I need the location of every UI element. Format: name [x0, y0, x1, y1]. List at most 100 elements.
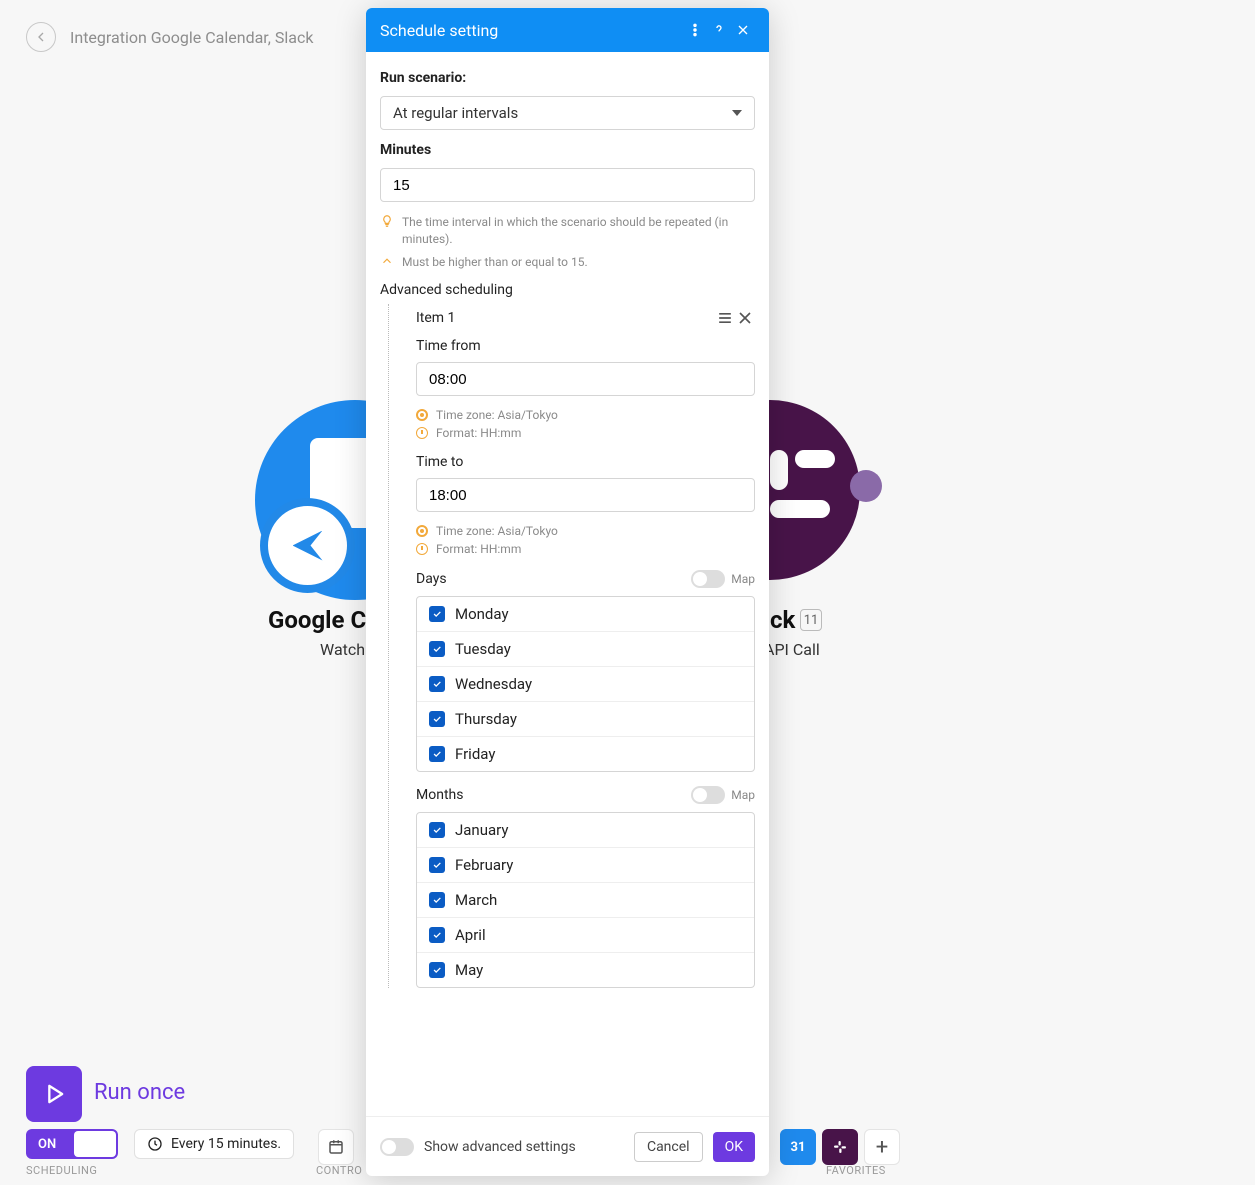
- modal-body[interactable]: Run scenario: At regular intervals Minut…: [366, 52, 769, 1116]
- bulb-icon: [380, 214, 394, 228]
- time-from-tz: Time zone: Asia/Tokyo: [416, 408, 755, 422]
- time-from-fmt: Format: HH:mm: [416, 426, 755, 440]
- calendar-icon: [327, 1138, 345, 1156]
- menu-icon: [715, 308, 735, 328]
- slack-node-title: ck: [770, 606, 795, 634]
- check-label: January: [455, 821, 508, 839]
- back-button[interactable]: [26, 22, 56, 52]
- checkbox-checked-icon: [429, 857, 445, 873]
- checkbox-checked-icon: [429, 962, 445, 978]
- run-once-button[interactable]: [26, 1066, 82, 1122]
- checkbox-checked-icon: [429, 822, 445, 838]
- check-row[interactable]: Friday: [417, 736, 754, 771]
- check-label: February: [455, 856, 513, 874]
- checkbox-checked-icon: [429, 927, 445, 943]
- controls-button[interactable]: [318, 1129, 354, 1165]
- run-scenario-value: At regular intervals: [393, 104, 518, 122]
- show-advanced-toggle[interactable]: [380, 1138, 414, 1156]
- run-once-label: Run once: [94, 1080, 185, 1105]
- check-row[interactable]: February: [417, 847, 754, 882]
- ok-button[interactable]: OK: [713, 1132, 755, 1162]
- chevron-up-icon: [380, 254, 394, 268]
- clock-icon: [147, 1136, 163, 1152]
- modal-more-button[interactable]: [683, 18, 707, 42]
- check-row[interactable]: May: [417, 952, 754, 987]
- check-label: March: [455, 891, 497, 909]
- topbar: Integration Google Calendar, Slack: [26, 22, 313, 52]
- clock-icon: [416, 427, 428, 439]
- item-title: Item 1: [416, 310, 715, 326]
- chevron-down-icon: [732, 110, 742, 116]
- days-label: Days: [416, 571, 691, 587]
- modal-footer: Show advanced settings Cancel OK: [366, 1116, 769, 1176]
- caption-scheduling: SCHEDULING: [26, 1164, 97, 1177]
- item-drag-button[interactable]: [715, 308, 735, 328]
- close-icon: [735, 22, 751, 38]
- advanced-item: Item 1 Time from Time zone: Asia/Tokyo F…: [380, 308, 755, 988]
- caption-controls: CONTRO: [316, 1164, 362, 1177]
- favorite-slack[interactable]: [822, 1129, 858, 1165]
- check-row[interactable]: Monday: [417, 597, 754, 631]
- days-header: Days Map: [416, 570, 755, 588]
- days-list: Monday Tuesday Wednesday Thursday Friday: [416, 596, 755, 772]
- checkbox-checked-icon: [429, 606, 445, 622]
- time-from-input[interactable]: [429, 371, 742, 388]
- check-row[interactable]: Wednesday: [417, 666, 754, 701]
- check-row[interactable]: Tuesday: [417, 631, 754, 666]
- help-icon: [711, 22, 727, 38]
- advanced-scheduling-label: Advanced scheduling: [380, 282, 755, 298]
- favorite-gcal[interactable]: 31: [780, 1129, 816, 1165]
- play-icon: [40, 1080, 68, 1108]
- modal-help-button[interactable]: [707, 18, 731, 42]
- months-map-toggle[interactable]: [691, 786, 725, 804]
- arrow-left-icon: [33, 29, 49, 45]
- check-row[interactable]: March: [417, 882, 754, 917]
- check-label: Tuesday: [455, 640, 511, 658]
- months-map-label: Map: [731, 788, 755, 802]
- favorite-add[interactable]: +: [864, 1129, 900, 1165]
- gcal-node-title: Google C: [268, 606, 366, 634]
- check-row[interactable]: April: [417, 917, 754, 952]
- check-label: Monday: [455, 605, 509, 623]
- checkbox-checked-icon: [429, 676, 445, 692]
- check-row[interactable]: Thursday: [417, 701, 754, 736]
- checkbox-checked-icon: [429, 892, 445, 908]
- cancel-button[interactable]: Cancel: [634, 1132, 703, 1162]
- check-label: May: [455, 961, 483, 979]
- time-from-wrap: [416, 362, 755, 396]
- run-scenario-select[interactable]: At regular intervals: [380, 96, 755, 130]
- gcal-clock-icon: [260, 498, 355, 593]
- on-label: ON: [38, 1137, 56, 1152]
- modal-close-button[interactable]: [731, 18, 755, 42]
- item-header: Item 1: [416, 308, 755, 328]
- time-from-label: Time from: [416, 338, 755, 354]
- slack-icon: [831, 1138, 849, 1156]
- minutes-input-wrap: [380, 168, 755, 202]
- interval-text: Every 15 minutes.: [171, 1136, 281, 1152]
- check-row[interactable]: January: [417, 813, 754, 847]
- slack-extra-icon: [850, 470, 882, 502]
- globe-icon: [416, 525, 428, 537]
- interval-chip[interactable]: Every 15 minutes.: [134, 1129, 294, 1159]
- show-advanced-label: Show advanced settings: [424, 1139, 624, 1155]
- scheduling-on-toggle[interactable]: ON: [26, 1129, 118, 1159]
- minutes-hint: The time interval in which the scenario …: [380, 214, 755, 248]
- time-to-label: Time to: [416, 454, 755, 470]
- item-remove-button[interactable]: [735, 308, 755, 328]
- run-scenario-label: Run scenario:: [380, 70, 755, 86]
- minutes-min-hint: Must be higher than or equal to 15.: [380, 254, 755, 271]
- caption-favorites: FAVORITES: [826, 1164, 886, 1177]
- time-to-tz: Time zone: Asia/Tokyo: [416, 524, 755, 538]
- months-label: Months: [416, 787, 691, 803]
- days-map-label: Map: [731, 572, 755, 586]
- checkbox-checked-icon: [429, 746, 445, 762]
- dots-vertical-icon: [687, 22, 703, 38]
- slack-node-sub: API Call: [764, 640, 820, 659]
- days-map-toggle[interactable]: [691, 570, 725, 588]
- close-icon: [735, 308, 755, 328]
- minutes-input[interactable]: [393, 177, 742, 194]
- time-to-input[interactable]: [429, 487, 742, 504]
- modal-title: Schedule setting: [380, 21, 683, 40]
- check-label: Wednesday: [455, 675, 532, 693]
- check-label: Friday: [455, 745, 495, 763]
